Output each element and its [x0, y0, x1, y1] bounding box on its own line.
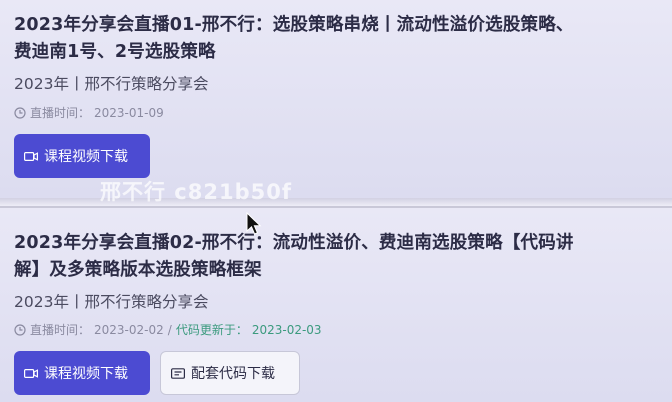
course-meta: 直播时间： 2023-02-02 / 代码更新于： 2023-02-03 [14, 321, 322, 338]
code-updated-value: 2023-02-03 [251, 322, 322, 337]
code-icon [171, 367, 185, 379]
code-updated-label: 代码更新于： [175, 323, 248, 337]
code-download-label: 配套代码下载 [191, 366, 275, 382]
video-download-label: 课程视频下载 [44, 366, 128, 382]
course-subtitle: 2023年丨邢不行策略分享会 [14, 75, 209, 93]
course-title[interactable]: 2023年分享会直播02-邢不行：流动性溢价、费迪南选股策略【代码讲 解】及多策… [14, 230, 664, 284]
course-title-line-2: 解】及多策略版本选股策略框架 [14, 260, 262, 280]
clock-icon [14, 106, 26, 119]
video-icon [24, 151, 38, 161]
course-title-line-1: 2023年分享会直播01-邢不行：选股策略串烧丨流动性溢价选股策略、 [14, 15, 574, 35]
video-download-button[interactable]: 课程视频下载 [14, 134, 150, 178]
live-time-label: 直播时间： [30, 323, 91, 337]
mouse-cursor [246, 212, 262, 235]
live-time-value: 2023-02-02 [94, 322, 164, 337]
course-title-line-1: 2023年分享会直播02-邢不行：流动性溢价、费迪南选股策略【代码讲 [14, 233, 574, 253]
course-title-line-2: 费迪南1号、2号选股策略 [14, 42, 216, 62]
course-card-2: 2023年分享会直播02-邢不行：流动性溢价、费迪南选股策略【代码讲 解】及多策… [0, 206, 672, 402]
clock-icon [14, 323, 26, 336]
course-subtitle: 2023年丨邢不行策略分享会 [14, 293, 209, 311]
card-divider [0, 198, 672, 206]
meta-separator: / [167, 322, 172, 337]
live-time-label: 直播时间： [30, 106, 91, 120]
video-download-label: 课程视频下载 [44, 149, 128, 165]
code-download-button[interactable]: 配套代码下载 [160, 351, 300, 395]
course-title[interactable]: 2023年分享会直播01-邢不行：选股策略串烧丨流动性溢价选股策略、 费迪南1号… [14, 12, 664, 66]
live-time-value: 2023-01-09 [94, 105, 164, 120]
video-download-button[interactable]: 课程视频下载 [14, 351, 150, 395]
course-meta: 直播时间： 2023-01-09 [14, 104, 164, 121]
video-icon [24, 368, 38, 378]
course-card-1: 2023年分享会直播01-邢不行：选股策略串烧丨流动性溢价选股策略、 费迪南1号… [0, 0, 672, 198]
